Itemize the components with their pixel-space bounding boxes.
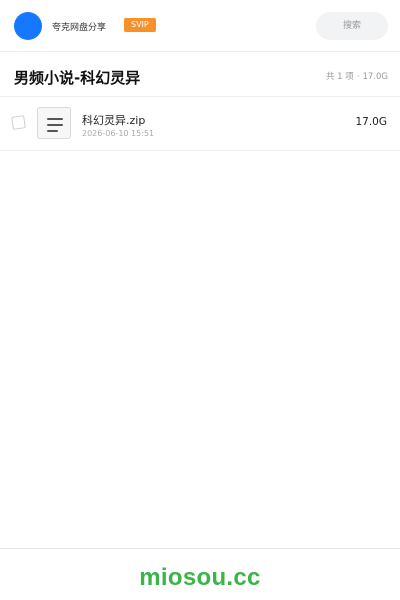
svip-badge: SVIP [124, 18, 156, 32]
total-size: 17.0G [362, 72, 388, 82]
top-bar: 夸克网盘分享 SVIP [0, 0, 400, 52]
summary-separator: · [356, 72, 360, 82]
avatar[interactable] [14, 12, 42, 40]
folder-title: 男频小说-科幻灵异 [14, 69, 141, 87]
file-row[interactable]: 科幻灵异.zip 2026-06-10 15:51 17.0G [0, 97, 400, 151]
search-input[interactable] [316, 12, 388, 40]
document-icon [37, 107, 71, 139]
file-name[interactable]: 科幻灵异.zip [82, 112, 145, 128]
file-checkbox[interactable] [11, 115, 26, 130]
file-date: 2026-06-10 15:51 [82, 129, 155, 138]
footer: miosou.cc [0, 548, 400, 600]
item-count: 共 1 项 [325, 72, 354, 82]
footer-brand[interactable]: miosou.cc [0, 564, 400, 592]
folder-summary: 共 1 项 · 17.0G [326, 70, 388, 82]
folder-header: 男频小说-科幻灵异 共 1 项 · 17.0G [0, 53, 400, 97]
app-name: 夸克网盘分享 [52, 23, 107, 33]
file-size: 17.0G [355, 116, 387, 128]
